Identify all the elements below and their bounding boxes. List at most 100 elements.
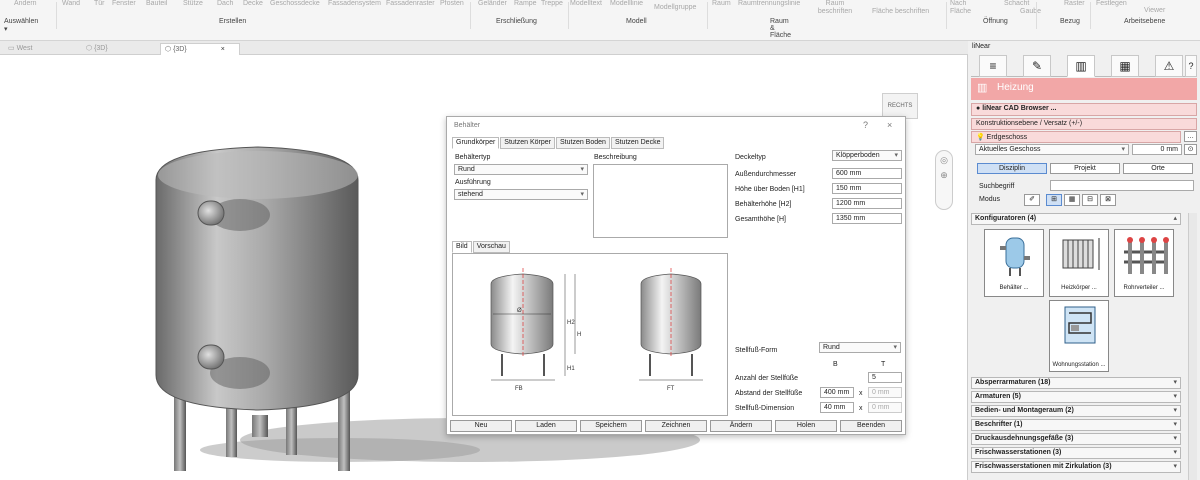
config-rohrverteiler[interactable]: Rohrverteiler ... bbox=[1114, 229, 1174, 297]
mode-2-icon[interactable]: ▦ bbox=[1064, 194, 1080, 206]
laden-button[interactable]: Laden bbox=[515, 420, 577, 432]
steering-wheel-icon[interactable]: ◎ bbox=[936, 155, 952, 166]
tab-vorschau[interactable]: Vorschau bbox=[472, 241, 510, 253]
cmd-modelltext[interactable]: Modelltext bbox=[570, 0, 602, 7]
cmd-fenster[interactable]: Fenster bbox=[112, 0, 136, 7]
dimension-t-input[interactable]: 0 mm bbox=[868, 402, 902, 413]
navigation-bar[interactable]: ◎ ⊕ bbox=[935, 150, 953, 210]
more-button[interactable]: … bbox=[1184, 131, 1197, 142]
cmd-treppe[interactable]: Treppe bbox=[541, 0, 563, 7]
disziplin-tab[interactable]: Disziplin bbox=[977, 163, 1047, 174]
cmd-raumtrennungslinie[interactable]: Raumtrennungslinie bbox=[738, 0, 800, 7]
mode-4-icon[interactable]: ⊠ bbox=[1100, 194, 1116, 206]
cmd-bauteil[interactable]: Bauteil bbox=[146, 0, 167, 7]
section-frischwasserstationen[interactable]: Frischwasserstationen (3) ▾ bbox=[971, 447, 1181, 459]
anzahl-input[interactable]: 5 bbox=[868, 372, 902, 383]
tab-3d-1[interactable]: ⬡ {3D} bbox=[82, 43, 112, 55]
search-input[interactable] bbox=[1050, 180, 1194, 191]
aendern-button[interactable]: Ändern bbox=[710, 420, 772, 432]
orte-tab[interactable]: Orte bbox=[1123, 163, 1193, 174]
config-behaelter[interactable]: Behälter ... bbox=[984, 229, 1044, 297]
group-auswaehlen[interactable]: Auswählen ▾ bbox=[4, 18, 38, 33]
cmd-stuetze[interactable]: Stütze bbox=[183, 0, 203, 7]
mode-1-icon[interactable]: ⊞ bbox=[1046, 194, 1062, 206]
ausfuehrung-select[interactable]: stehend ▾ bbox=[454, 189, 588, 200]
cmd-raum[interactable]: Raum bbox=[712, 0, 731, 7]
cmd-raster[interactable]: Raster bbox=[1064, 0, 1085, 7]
close-icon[interactable]: × bbox=[221, 46, 225, 53]
section-beschrifter[interactable]: Beschrifter (1) ▾ bbox=[971, 419, 1181, 431]
cmd-festlegen[interactable]: Festlegen bbox=[1096, 0, 1127, 7]
help-icon[interactable]: ? bbox=[1185, 55, 1197, 77]
zoom-icon[interactable]: ⊕ bbox=[936, 170, 952, 181]
warning-icon[interactable]: ⚠ bbox=[1155, 55, 1183, 77]
config-wohnungsstation[interactable]: Wohnungsstation ... bbox=[1049, 300, 1109, 372]
abstand-t-input[interactable]: 0 mm bbox=[868, 387, 902, 398]
cmd-fassadenraster[interactable]: Fassadenraster bbox=[386, 0, 435, 7]
radiator-icon[interactable]: ▥ bbox=[1067, 55, 1095, 77]
cmd-flaeche-beschriften[interactable]: Fläche beschriften bbox=[872, 8, 929, 15]
cmd-aendern[interactable]: Ändern bbox=[14, 0, 37, 7]
tab-bild[interactable]: Bild bbox=[452, 241, 472, 253]
dimension-b-input[interactable]: 40 mm bbox=[820, 402, 854, 413]
beschreibung-textarea[interactable] bbox=[593, 164, 728, 238]
projekt-tab[interactable]: Projekt bbox=[1050, 163, 1120, 174]
stellfuss-form-select[interactable]: Rund ▾ bbox=[819, 342, 901, 353]
sliders-icon[interactable]: ≡ bbox=[979, 55, 1007, 77]
eyedropper-icon[interactable]: ✐ bbox=[1024, 194, 1040, 206]
tab-stutzen-decke[interactable]: Stutzen Decke bbox=[610, 137, 665, 149]
cmd-gaube[interactable]: Gaube bbox=[1020, 8, 1041, 15]
target-icon[interactable]: ⊙ bbox=[1184, 144, 1197, 155]
speichern-button[interactable]: Speichern bbox=[580, 420, 642, 432]
section-druckausdehnungsgefaesse[interactable]: Druckausdehnungsgefäße (3) ▾ bbox=[971, 433, 1181, 445]
neu-button[interactable]: Neu bbox=[450, 420, 512, 432]
tab-grundkoerper[interactable]: Grundkörper bbox=[452, 137, 500, 149]
cmd-rampe[interactable]: Rampe bbox=[514, 0, 537, 7]
config-heizkoerper[interactable]: Heizkörper ... bbox=[1049, 229, 1109, 297]
cmd-schacht[interactable]: Schacht bbox=[1004, 0, 1029, 7]
zeichnen-button[interactable]: Zeichnen bbox=[645, 420, 707, 432]
cad-browser-button[interactable]: ● liNear CAD Browser ... bbox=[971, 103, 1197, 116]
cmd-geschossdecke[interactable]: Geschossdecke bbox=[270, 0, 320, 7]
section-armaturen[interactable]: Armaturen (5) ▾ bbox=[971, 391, 1181, 403]
mode-3-icon[interactable]: ⊟ bbox=[1082, 194, 1098, 206]
behaelterhoehe-input[interactable]: 1200 mm bbox=[832, 198, 902, 209]
deckeltyp-select[interactable]: Klöpperboden ▾ bbox=[832, 150, 902, 161]
cmd-modellgruppe[interactable]: Modellgruppe bbox=[654, 4, 696, 11]
cmd-pfosten[interactable]: Pfosten bbox=[440, 0, 464, 7]
behaeltertyp-select[interactable]: Rund ▾ bbox=[454, 164, 588, 175]
holen-button[interactable]: Holen bbox=[775, 420, 837, 432]
cmd-modelllinie[interactable]: Modelllinie bbox=[610, 0, 643, 7]
cmd-dach[interactable]: Dach bbox=[217, 0, 233, 7]
help-icon[interactable]: ? bbox=[863, 120, 868, 130]
tab-stutzen-koerper[interactable]: Stutzen Körper bbox=[500, 137, 555, 149]
close-icon[interactable]: × bbox=[887, 120, 892, 130]
cmd-nach-flaeche[interactable]: Nach Fläche bbox=[950, 0, 972, 16]
chevron-down-icon: ▾ bbox=[1173, 407, 1177, 414]
abstand-b-input[interactable]: 400 mm bbox=[820, 387, 854, 398]
cmd-decke[interactable]: Decke bbox=[243, 0, 263, 7]
section-frischwasserstationen-zirkulation[interactable]: Frischwasserstationen mit Zirkulation (3… bbox=[971, 461, 1181, 473]
geschoss-select[interactable]: 💡 Erdgeschoss bbox=[971, 131, 1181, 143]
grid-icon[interactable]: ▦ bbox=[1111, 55, 1139, 77]
section-absperrarmaturen[interactable]: Absperrarmaturen (18) ▾ bbox=[971, 377, 1181, 389]
section-konfiguratoren[interactable]: Konfiguratoren (4) ▴ bbox=[971, 213, 1181, 225]
cmd-viewer[interactable]: Viewer bbox=[1144, 7, 1165, 14]
aktuelles-geschoss-select[interactable]: Aktuelles Geschoss ▾ bbox=[975, 144, 1129, 155]
hoehe-ueber-boden-input[interactable]: 150 mm bbox=[832, 183, 902, 194]
pencil-icon[interactable]: ✎ bbox=[1023, 55, 1051, 77]
gesamthoehe-input[interactable]: 1350 mm bbox=[832, 213, 902, 224]
tab-west[interactable]: ▭ West bbox=[4, 43, 36, 55]
cmd-gelaender[interactable]: Geländer bbox=[478, 0, 507, 7]
cmd-tuer[interactable]: Tür bbox=[94, 0, 105, 7]
aussendurchmesser-input[interactable]: 600 mm bbox=[832, 168, 902, 179]
tab-stutzen-boden[interactable]: Stutzen Boden bbox=[556, 137, 610, 149]
cmd-wand[interactable]: Wand bbox=[62, 0, 80, 7]
cmd-fassadensystem[interactable]: Fassadensystem bbox=[328, 0, 381, 7]
beenden-button[interactable]: Beenden bbox=[840, 420, 902, 432]
panel-scrollbar[interactable] bbox=[1188, 213, 1197, 480]
cmd-raum-beschriften[interactable]: Raum beschriften bbox=[812, 0, 858, 16]
tab-3d-active[interactable]: ⬡ {3D} × bbox=[160, 43, 240, 55]
section-bedien-montageraum[interactable]: Bedien- und Montageraum (2) ▾ bbox=[971, 405, 1181, 417]
offset-input[interactable]: 0 mm bbox=[1132, 144, 1182, 155]
